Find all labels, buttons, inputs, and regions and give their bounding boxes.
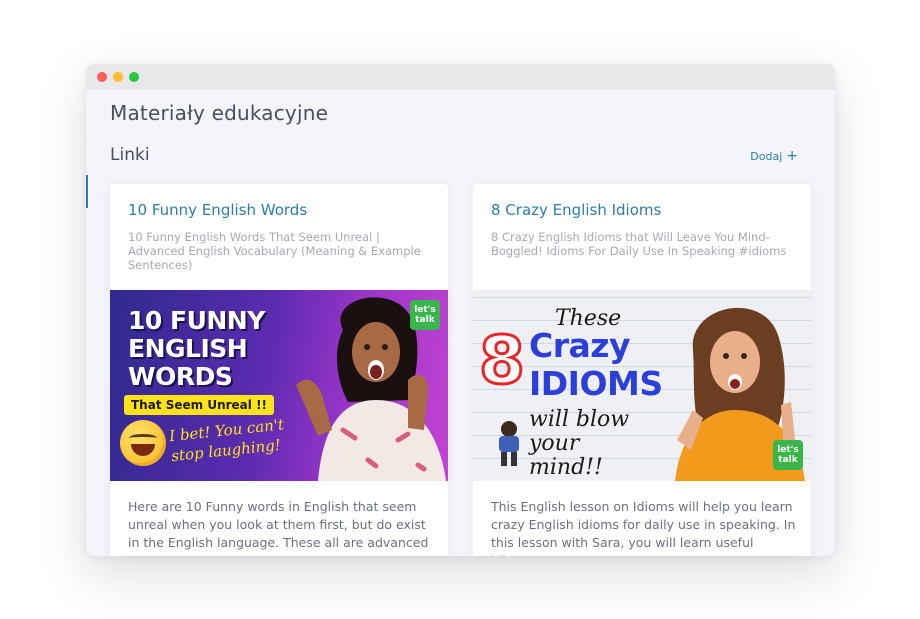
video-thumbnail[interactable]: These 8 Crazy IDIOMS will blow your mind… xyxy=(473,290,811,481)
minimize-window-button[interactable] xyxy=(113,72,123,82)
card-description: Here are 10 Funny words in English that … xyxy=(128,499,429,550)
thumbnail-banner: That Seem Unreal !! xyxy=(124,395,275,415)
link-card[interactable]: 8 Crazy English Idioms 8 Crazy English I… xyxy=(473,184,811,556)
lets-talk-logo: let's talk xyxy=(410,300,440,330)
card-subtitle: 8 Crazy English Idioms that Will Leave Y… xyxy=(491,230,787,258)
app-window: Materiały edukacyjne Linki Dodaj + 10 Fu… xyxy=(86,64,835,556)
maximize-window-button[interactable] xyxy=(129,72,139,82)
thumbnail-tagline: will blow your mind!! xyxy=(529,407,630,480)
laughing-emoji-icon xyxy=(120,420,166,466)
card-title[interactable]: 8 Crazy English Idioms xyxy=(491,201,661,219)
card-description: This English lesson on Idioms will help … xyxy=(491,499,796,556)
card-title[interactable]: 10 Funny English Words xyxy=(128,201,307,219)
link-card[interactable]: 10 Funny English Words 10 Funny English … xyxy=(110,184,448,556)
lets-talk-logo: let's talk xyxy=(773,440,803,470)
boy-cartoon-icon xyxy=(499,421,519,466)
section-title: Linki xyxy=(110,145,150,165)
add-link-button[interactable]: Dodaj + xyxy=(750,148,798,164)
window-titlebar xyxy=(86,64,835,90)
thumbnail-line1: Crazy xyxy=(529,326,630,365)
video-thumbnail[interactable]: 10 FUNNY ENGLISH WORDS That Seem Unreal … xyxy=(110,290,448,481)
thumbnail-tagline: I bet! You can't stop laughing! xyxy=(168,415,285,466)
page-title: Materiały edukacyjne xyxy=(110,101,329,125)
close-window-button[interactable] xyxy=(97,72,107,82)
card-subtitle: 10 Funny English Words That Seem Unreal … xyxy=(128,230,421,272)
plus-icon: + xyxy=(786,148,798,164)
thumbnail-line2: IDIOMS xyxy=(529,364,663,403)
active-nav-indicator xyxy=(86,175,88,208)
add-link-label: Dodaj xyxy=(750,150,783,163)
thumbnail-headline: 10 FUNNY ENGLISH WORDS xyxy=(128,306,265,391)
thumbnail-number: 8 xyxy=(478,322,527,399)
